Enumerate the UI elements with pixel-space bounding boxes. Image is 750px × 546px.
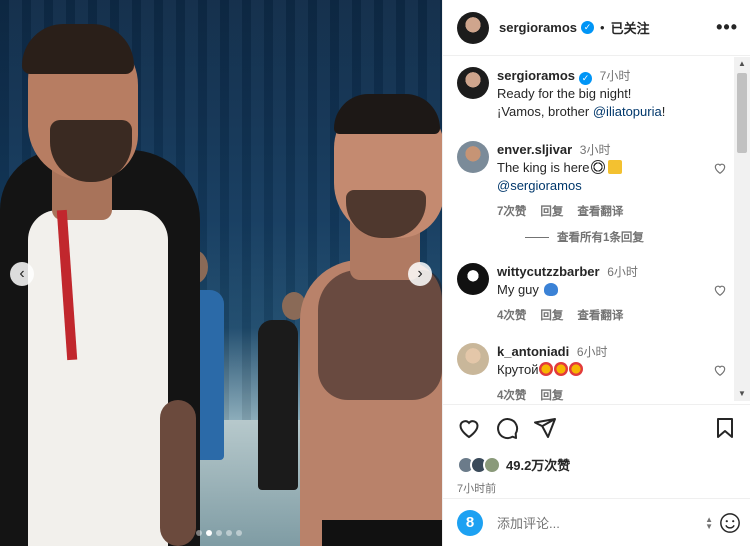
comment-input[interactable]: 添加评论...	[497, 513, 705, 532]
commenter-avatar[interactable]	[457, 343, 489, 375]
separator-dot: •	[600, 20, 605, 35]
current-user-avatar: 8	[457, 509, 483, 536]
commenter-avatar[interactable]	[457, 141, 489, 173]
comment-time: 3小时	[579, 143, 611, 157]
post-actions: 49.2万次赞 7小时前	[443, 404, 750, 496]
view-replies-label: 查看所有1条回复	[557, 232, 644, 244]
comment-time: 6小时	[576, 345, 608, 359]
translate-button[interactable]: 查看翻译	[577, 307, 623, 325]
post-side-panel: sergioramos ✓ • 已关注 ••• sergioramos ✓ 7小时…	[442, 0, 750, 546]
view-replies-button[interactable]: 查看所有1条回复	[525, 229, 735, 245]
left-man-arm	[160, 400, 196, 546]
comment-text: The king is here	[497, 160, 590, 175]
star-struck-emoji	[554, 362, 569, 376]
translate-button[interactable]: 查看翻译	[577, 203, 623, 221]
heart-icon[interactable]	[713, 161, 727, 175]
right-man-shorts	[322, 520, 442, 546]
comments-list[interactable]: sergioramos ✓ 7小时 Ready for the big night…	[443, 57, 735, 401]
reply-button[interactable]: 回复	[540, 387, 563, 401]
caption-username[interactable]: sergioramos	[497, 68, 575, 83]
comment-meta: 4次赞 回复 查看翻译	[497, 307, 735, 325]
view-replies-line	[525, 236, 549, 238]
post-header: sergioramos ✓ • 已关注 •••	[443, 0, 750, 56]
reply-button[interactable]: 回复	[540, 203, 563, 221]
share-send-icon[interactable]	[533, 416, 557, 440]
caption-mention-link[interactable]: @iliatopuria	[593, 104, 662, 119]
comment-username[interactable]: wittycutzzbarber	[497, 264, 600, 279]
verified-badge-icon: ✓	[579, 72, 593, 85]
caption-line-1: Ready for the big night!	[497, 86, 632, 101]
comment-username[interactable]: enver.sljivar	[497, 142, 572, 157]
likes-row[interactable]: 49.2万次赞	[457, 455, 737, 474]
carousel-dots	[196, 530, 242, 536]
left-man-hair	[22, 24, 134, 74]
right-man-hair	[334, 94, 440, 134]
caption-avatar[interactable]	[457, 67, 489, 99]
follow-status-button[interactable]: 已关注	[611, 18, 650, 37]
caption-line-2-suffix: !	[661, 104, 666, 119]
carousel-dot[interactable]	[216, 530, 222, 536]
previous-slide-button[interactable]: ‹	[10, 262, 34, 286]
reply-button[interactable]: 回复	[540, 307, 563, 325]
expand-stepper-icon[interactable]: ▲ ▼	[705, 515, 713, 530]
caption-line-2-prefix: ¡Vamos, brother	[497, 104, 593, 119]
star-struck-emoji	[569, 362, 584, 376]
next-slide-button[interactable]: ›	[408, 262, 432, 286]
scroll-down-icon[interactable]: ▼	[734, 387, 750, 401]
commenter-avatar[interactable]	[457, 263, 489, 295]
left-man-shirt	[28, 210, 168, 546]
like-heart-icon[interactable]	[457, 416, 481, 440]
author-avatar[interactable]	[457, 11, 489, 44]
comments-scrollbar[interactable]: ▲ ▼	[734, 57, 750, 401]
comment-bubble-icon[interactable]	[495, 416, 519, 440]
comment-like-count[interactable]: 4次赞	[497, 307, 526, 325]
comment-mention-link[interactable]: @sergioramos	[497, 178, 582, 193]
chevron-left-icon: ‹	[19, 265, 25, 282]
blue-heart-emoji	[543, 283, 558, 296]
more-options-icon[interactable]: •••	[716, 17, 738, 38]
comment-like-count[interactable]: 7次赞	[497, 203, 526, 221]
comment-item: enver.sljivar 3小时 The king is here @serg…	[443, 141, 735, 221]
comment-meta: 7次赞 回复 查看翻译	[497, 203, 735, 221]
bookmark-save-icon[interactable]	[713, 416, 737, 440]
verified-badge-icon: ✓	[581, 21, 595, 34]
scroll-up-icon[interactable]: ▲	[734, 57, 750, 71]
scrollbar-thumb[interactable]	[737, 73, 747, 153]
author-username[interactable]: sergioramos	[499, 20, 577, 35]
soccer-ball-emoji	[590, 160, 605, 174]
carousel-dot[interactable]	[206, 530, 212, 536]
carousel-dot[interactable]	[196, 530, 202, 536]
comment-text: Крутой	[497, 362, 539, 377]
background-person-2	[258, 320, 298, 490]
carousel-dot[interactable]	[226, 530, 232, 536]
caption-time: 7小时	[599, 69, 631, 83]
comment-composer: 8 添加评论... ▲ ▼	[443, 498, 750, 546]
like-count[interactable]: 49.2万次赞	[506, 455, 570, 474]
carousel-dot[interactable]	[236, 530, 242, 536]
right-man-tattoo	[318, 270, 442, 400]
chevron-right-icon: ›	[417, 265, 423, 282]
heart-icon[interactable]	[713, 283, 727, 297]
liker-avatar	[483, 455, 501, 474]
post-timestamp[interactable]: 7小时前	[457, 480, 737, 496]
comment-text: My guy	[497, 282, 539, 297]
star-struck-emoji	[539, 362, 554, 376]
caption: sergioramos ✓ 7小时 Ready for the big night…	[443, 57, 735, 121]
crown-emoji	[607, 160, 622, 174]
comment-username[interactable]: k_antoniadi	[497, 344, 569, 359]
comment-like-count[interactable]: 4次赞	[497, 387, 526, 401]
comment-item: wittycutzzbarber 6小时 My guy 4次赞 回复 查看翻译	[443, 263, 735, 325]
post-photo[interactable]: ‹ ›	[0, 0, 442, 546]
comment-meta: 4次赞 回复	[497, 387, 735, 401]
comment-time: 6小时	[607, 265, 638, 279]
emoji-picker-icon[interactable]	[719, 512, 741, 534]
heart-icon[interactable]	[713, 363, 727, 377]
comment-item: k_antoniadi 6小时 Крутой 4次赞 回复	[443, 343, 735, 401]
